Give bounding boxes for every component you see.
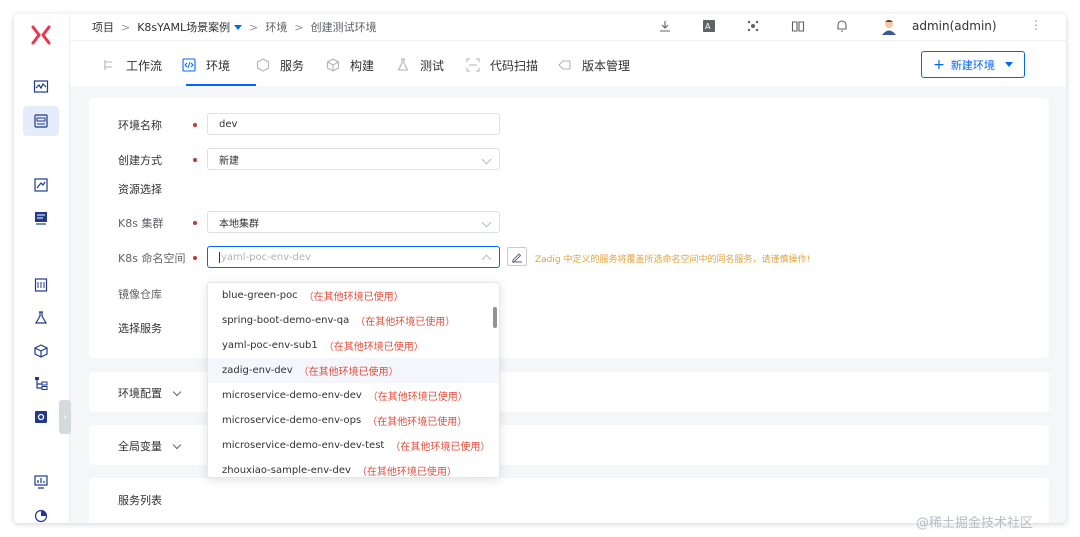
tab-label: 代码扫描 — [490, 58, 539, 73]
active-tab-indicator — [186, 84, 256, 86]
settings-icon[interactable] — [32, 408, 50, 426]
dropdown-caret-icon — [1004, 62, 1013, 67]
translate-icon[interactable]: A — [702, 19, 716, 33]
env-name-label: 环境名称 — [118, 119, 162, 132]
plus-icon: + — [933, 56, 945, 73]
app-window: › 项目 > K8sYAML场景案例 > 环境 > 创建测试环境 A admin… — [14, 14, 1066, 523]
build-icon — [326, 58, 340, 72]
namespace-warning: Zadig 中定义的服务将覆盖所选命名空间中的同名服务，请谨慎操作! — [535, 255, 811, 265]
namespace-option[interactable]: spring-boot-demo-env-qa （在其他环境已使用） — [208, 308, 499, 333]
tab-label: 环境 — [206, 58, 231, 73]
svg-text:A: A — [705, 22, 711, 31]
tab-version[interactable]: 版本管理 — [558, 55, 630, 75]
download-icon[interactable] — [658, 19, 672, 33]
new-environment-label: 新建环境 — [950, 58, 995, 72]
env-name-input[interactable]: dev — [207, 113, 500, 135]
sidebar-collapse-handle[interactable]: › — [59, 400, 71, 434]
k8s-cluster-select[interactable]: 本地集群 — [207, 211, 500, 233]
required-dot — [193, 123, 197, 127]
dashboard-icon[interactable] — [32, 473, 50, 491]
scan-icon — [466, 58, 480, 72]
chevron-down-icon — [172, 387, 182, 396]
dropdown-scrollbar[interactable] — [493, 307, 497, 328]
project-switch-caret-icon[interactable] — [234, 24, 243, 30]
global-vars-toggle[interactable]: 全局变量 — [118, 438, 182, 454]
tab-build[interactable]: 构建 — [326, 55, 374, 75]
watermark: @稀土掘金技术社区 — [916, 516, 1034, 531]
namespace-option[interactable]: zhouxiao-sample-env-dev （在其他环境已使用） — [208, 458, 499, 477]
breadcrumb-project[interactable]: K8sYAML场景案例 — [137, 19, 230, 35]
k8s-namespace-label: K8s 命名空间 — [118, 252, 186, 265]
pie-chart-icon[interactable] — [32, 506, 50, 523]
service-list-title: 服务列表 — [118, 494, 162, 507]
breadcrumb-separator: > — [121, 20, 131, 34]
namespace-option[interactable]: yaml-poc-env-sub1 （在其他环境已使用） — [208, 333, 499, 358]
plugin-icon[interactable] — [746, 19, 760, 33]
module-tabs: 工作流 环境 服务 构建 测试 代码扫描 版本管理 + 新建环境 — [70, 40, 1066, 86]
edit-namespace-button[interactable] — [507, 247, 527, 266]
tag-icon — [558, 60, 571, 70]
test-flask-icon[interactable] — [32, 309, 50, 327]
breadcrumb-page: 创建测试环境 — [310, 21, 377, 34]
resource-section-label: 资源选择 — [118, 183, 162, 196]
namespace-option[interactable]: microservice-demo-env-ops （在其他环境已使用） — [208, 408, 499, 433]
create-mode-label: 创建方式 — [118, 154, 162, 167]
tab-label: 版本管理 — [582, 58, 631, 73]
tab-service[interactable]: 服务 — [256, 55, 304, 75]
tab-test[interactable]: 测试 — [396, 55, 444, 75]
breadcrumb-separator: > — [249, 20, 259, 34]
book-icon[interactable] — [791, 19, 805, 33]
tab-code-scan[interactable]: 代码扫描 — [466, 55, 538, 75]
namespace-option[interactable]: microservice-demo-env-dev （在其他环境已使用） — [208, 383, 499, 408]
sidebar — [14, 14, 70, 523]
create-mode-select[interactable]: 新建 — [207, 148, 500, 170]
image-registry-label: 镜像仓库 — [118, 288, 162, 301]
tree-icon[interactable] — [32, 374, 50, 392]
namespace-option[interactable]: blue-green-poc （在其他环境已使用） — [208, 283, 499, 308]
select-services-label: 选择服务 — [118, 322, 162, 335]
zadig-logo[interactable] — [30, 24, 52, 46]
test-icon — [397, 58, 409, 71]
monitor-icon[interactable] — [32, 78, 50, 96]
tab-label: 构建 — [350, 58, 375, 73]
code-icon — [182, 58, 196, 72]
namespace-dropdown: blue-green-poc （在其他环境已使用） spring-boot-dem… — [207, 282, 500, 478]
tab-label: 工作流 — [126, 58, 163, 73]
breadcrumb-section[interactable]: 环境 — [265, 19, 287, 35]
new-environment-button[interactable]: + 新建环境 — [921, 51, 1025, 78]
tab-label: 测试 — [420, 58, 445, 73]
edit-icon — [512, 252, 522, 262]
namespace-option[interactable]: zadig-env-dev （在其他环境已使用） — [208, 358, 499, 383]
top-bar: 项目 > K8sYAML场景案例 > 环境 > 创建测试环境 A admin(a… — [70, 14, 1066, 40]
user-name[interactable]: admin(admin) — [912, 19, 997, 33]
bell-icon[interactable] — [835, 19, 849, 33]
cube-icon[interactable] — [32, 342, 50, 360]
release-icon[interactable] — [32, 176, 50, 194]
breadcrumb-separator: > — [294, 20, 304, 34]
k8s-cluster-label: K8s 集群 — [118, 217, 164, 230]
required-dot — [193, 158, 197, 162]
service-list-card: 服务列表 — [89, 478, 1049, 523]
chevron-down-icon — [481, 217, 492, 228]
avatar[interactable] — [880, 17, 898, 35]
document-icon[interactable] — [32, 209, 50, 227]
tab-workflow[interactable]: 工作流 — [102, 55, 162, 75]
tab-label: 服务 — [280, 58, 305, 73]
namespace-option[interactable]: microservice-demo-env-dev-test （在其他环境已使用） — [208, 433, 499, 458]
project-icon[interactable] — [23, 106, 59, 136]
chevron-down-icon — [172, 440, 182, 449]
required-dot — [193, 256, 197, 260]
tab-environment[interactable]: 环境 — [182, 55, 230, 75]
artifact-icon[interactable] — [32, 276, 50, 294]
k8s-namespace-select[interactable]: yaml-poc-env-dev — [207, 246, 500, 268]
service-cube-icon — [256, 58, 270, 72]
env-config-toggle[interactable]: 环境配置 — [118, 385, 182, 401]
chevron-down-icon — [481, 154, 492, 165]
required-dot — [193, 221, 197, 225]
chevron-up-icon — [481, 254, 492, 265]
breadcrumb-root[interactable]: 项目 — [92, 19, 114, 35]
text-cursor — [219, 251, 220, 263]
workflow-icon — [104, 60, 112, 70]
more-menu-icon[interactable]: ⋮ — [1030, 18, 1042, 32]
